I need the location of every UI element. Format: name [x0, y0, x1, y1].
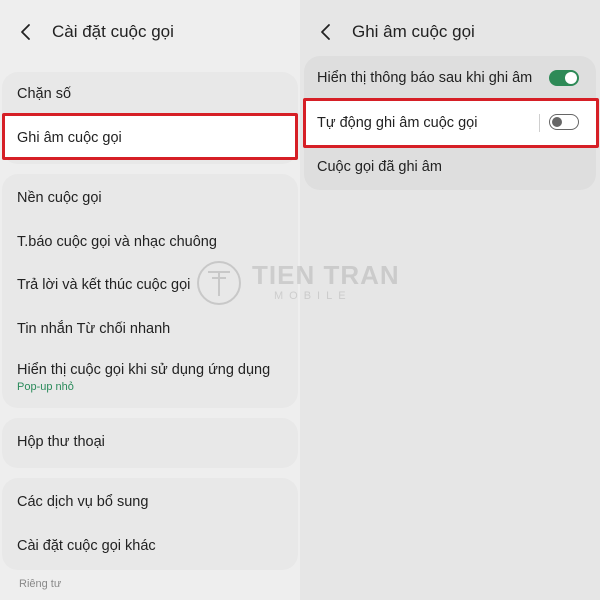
call-settings-header: Cài đặt cuộc gọi [0, 0, 300, 64]
answer-end-calls-item[interactable]: Trả lời và kết thúc cuộc gọi [0, 263, 300, 307]
recorded-calls-label: Cuộc gọi đã ghi âm [317, 159, 442, 175]
toggle-knob [565, 72, 577, 84]
block-numbers-item[interactable]: Chặn số [0, 75, 300, 113]
call-recording-header: Ghi âm cuộc gọi [300, 0, 600, 64]
call-recording-item[interactable]: Ghi âm cuộc gọi [0, 116, 300, 160]
auto-record-label: Tự động ghi âm cuộc gọi [317, 115, 478, 131]
call-background-item[interactable]: Nền cuộc gọi [0, 176, 300, 220]
recorded-calls-item[interactable]: Cuộc gọi đã ghi âm [300, 146, 600, 188]
call-background-label: Nền cuộc gọi [17, 190, 102, 206]
show-calls-while-using-apps-item[interactable]: Hiển thị cuộc gọi khi sử dụng ứng dụng P… [0, 352, 300, 402]
voicemail-item[interactable]: Hộp thư thoại [0, 420, 300, 464]
show-notification-label: Hiển thị thông báo sau khi ghi âm [317, 70, 533, 86]
call-recording-panel: Ghi âm cuộc gọi Hiển thị thông báo sau k… [300, 0, 600, 600]
call-settings-panel: Cài đặt cuộc gọi Chặn số Ghi âm cuộc gọi… [0, 0, 300, 600]
toggle-divider [539, 114, 540, 132]
call-recording-label: Ghi âm cuộc gọi [17, 130, 122, 146]
other-call-settings-item[interactable]: Cài đặt cuộc gọi khác [0, 524, 300, 568]
toggle-knob [552, 116, 562, 127]
quick-decline-messages-label: Tin nhắn Từ chối nhanh [17, 321, 171, 337]
auto-record-toggle[interactable] [549, 114, 579, 130]
page-title: Cài đặt cuộc gọi [52, 22, 174, 41]
page-title: Ghi âm cuộc gọi [352, 22, 475, 41]
block-numbers-label: Chặn số [17, 86, 72, 102]
supplementary-services-item[interactable]: Các dịch vụ bổ sung [0, 480, 300, 524]
call-alerts-ringtone-label: T.báo cuộc gọi và nhạc chuông [17, 234, 217, 250]
show-calls-while-using-apps-label: Hiển thị cuộc gọi khi sử dụng ứng dụng [17, 361, 271, 378]
chevron-left-icon[interactable] [308, 14, 344, 50]
chevron-left-icon[interactable] [8, 14, 44, 50]
show-notification-toggle[interactable] [549, 70, 579, 86]
privacy-section-label: Riêng tư [19, 578, 62, 590]
call-alerts-ringtone-item[interactable]: T.báo cuộc gọi và nhạc chuông [0, 220, 300, 264]
voicemail-label: Hộp thư thoại [17, 434, 105, 450]
show-calls-sub-label: Pop-up nhỏ [17, 380, 74, 393]
supplementary-services-label: Các dịch vụ bổ sung [17, 494, 149, 510]
quick-decline-messages-item[interactable]: Tin nhắn Từ chối nhanh [0, 307, 300, 351]
other-call-settings-label: Cài đặt cuộc gọi khác [17, 538, 156, 554]
answer-end-calls-label: Trả lời và kết thúc cuộc gọi [17, 277, 191, 293]
